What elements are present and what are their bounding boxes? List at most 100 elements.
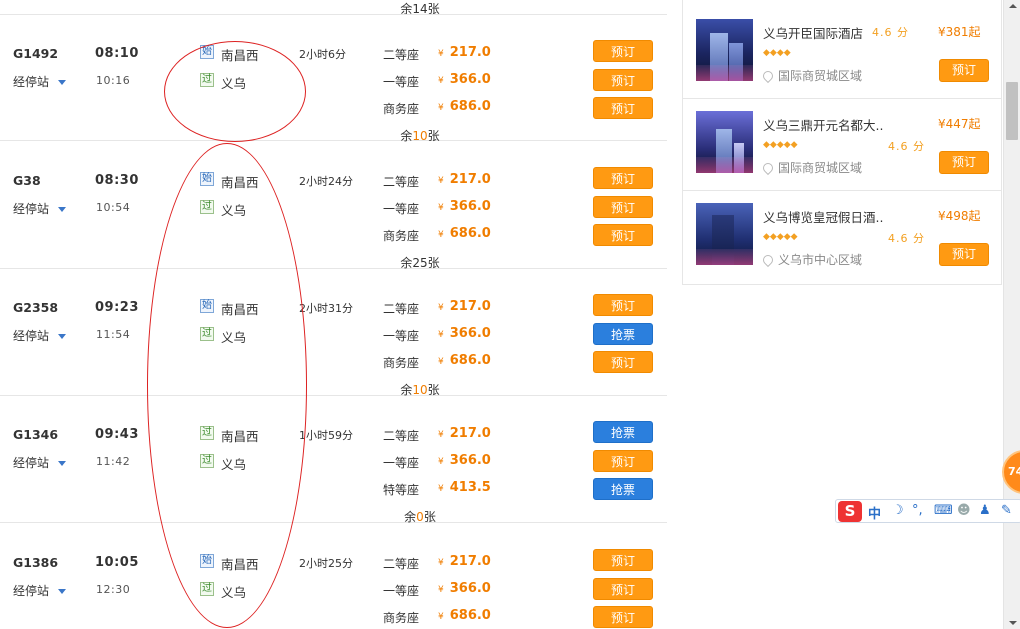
punctuation-icon[interactable]: °, — [912, 503, 923, 518]
hotel-photo[interactable] — [696, 203, 753, 265]
train-number[interactable]: G38 — [13, 173, 41, 188]
seat-class: 一等座 — [383, 584, 420, 598]
hotel-price: ¥447起 — [938, 117, 981, 131]
sogou-logo-icon[interactable]: S — [838, 501, 862, 522]
caret-down-icon — [58, 461, 67, 466]
seat-price: ¥366.0 — [438, 72, 491, 87]
from-station: 南昌西 — [221, 48, 259, 63]
duration: 1小时59分 — [299, 429, 353, 442]
grab-ticket-button[interactable]: 抢票 — [593, 421, 653, 443]
location-pin-icon — [760, 252, 776, 268]
train-number[interactable]: G1346 — [13, 427, 58, 442]
from-station: 南昌西 — [221, 429, 259, 444]
start-station-badge: 始 — [200, 299, 214, 313]
seat-price: ¥217.0 — [438, 45, 491, 60]
hotel-item[interactable]: 义乌开臣国际酒店 4.6 分 ¥381起 ◆◆◆◆ 国际商贸城区域 预订 — [683, 7, 1001, 99]
hotel-diamond-rating: ◆◆◆◆◆ — [763, 232, 798, 242]
stops-toggle[interactable]: 经停站 — [13, 327, 67, 344]
hotel-photo[interactable] — [696, 111, 753, 173]
book-button[interactable]: 预订 — [593, 578, 653, 600]
seat-price: ¥366.0 — [438, 581, 491, 596]
seat-price: ¥686.0 — [438, 353, 491, 368]
duration: 2小时31分 — [299, 302, 353, 315]
from-station: 南昌西 — [221, 557, 259, 572]
pass-station-badge: 过 — [200, 327, 214, 341]
from-station: 南昌西 — [221, 302, 259, 317]
book-button[interactable]: 预订 — [593, 224, 653, 246]
to-station: 义乌 — [221, 457, 247, 472]
hotel-book-button[interactable]: 预订 — [939, 151, 989, 174]
page-scrollbar[interactable] — [1003, 0, 1020, 629]
seat-price: ¥686.0 — [438, 99, 491, 114]
book-button[interactable]: 预订 — [593, 40, 653, 62]
seat-price: ¥686.0 — [438, 226, 491, 241]
caret-down-icon — [58, 589, 67, 594]
duration: 2小时24分 — [299, 175, 353, 188]
ime-mode-toggle[interactable]: 中 — [868, 503, 881, 522]
stops-toggle[interactable]: 经停站 — [13, 200, 67, 217]
seat-price: ¥217.0 — [438, 299, 491, 314]
book-button[interactable]: 预订 — [593, 97, 653, 119]
hotel-name[interactable]: 义乌开臣国际酒店 — [763, 23, 863, 42]
arrive-time: 10:16 — [96, 74, 131, 87]
book-button[interactable]: 预订 — [593, 351, 653, 373]
train-list: 余14张 G1492 经停站 08:10 10:16 始 南昌西 过 义乌 2小… — [0, 0, 667, 629]
hotel-item[interactable]: 义乌三鼎开元名都大.. 4.6 分 ¥447起 ◆◆◆◆◆ 国际商贸城区域 预订 — [683, 99, 1001, 191]
stops-label: 经停站 — [13, 202, 50, 216]
seat-class: 一等座 — [383, 202, 420, 216]
hotel-diamond-rating: ◆◆◆◆◆ — [763, 140, 798, 150]
caret-down-icon — [58, 207, 67, 212]
user-icon[interactable]: ☻ — [957, 503, 971, 518]
pass-station-badge: 过 — [200, 73, 214, 87]
grab-ticket-button[interactable]: 抢票 — [593, 323, 653, 345]
hotel-location: 国际商贸城区域 — [760, 67, 862, 84]
scroll-thumb[interactable] — [1006, 82, 1018, 140]
seat-class: 商务座 — [383, 102, 420, 116]
ime-toolbar: S 中 ☽ °, ⌨ ☻ ♟ ✎ — [835, 499, 1020, 523]
pass-station-badge: 过 — [200, 200, 214, 214]
depart-time: 08:30 — [95, 173, 139, 188]
duration: 2小时25分 — [299, 557, 353, 570]
book-button[interactable]: 预订 — [593, 606, 653, 628]
book-button[interactable]: 预订 — [593, 450, 653, 472]
stops-toggle[interactable]: 经停站 — [13, 73, 67, 90]
hotel-item[interactable]: 义乌博览皇冠假日酒.. 4.6 分 ¥498起 ◆◆◆◆◆ 义乌市中心区域 预订 — [683, 191, 1001, 283]
stops-toggle[interactable]: 经停站 — [13, 582, 67, 599]
seat-class: 商务座 — [383, 229, 420, 243]
train-number[interactable]: G1492 — [13, 46, 58, 61]
seat-class: 商务座 — [383, 356, 420, 370]
stops-toggle[interactable]: 经停站 — [13, 454, 67, 471]
scroll-down-arrow-icon[interactable] — [1009, 621, 1017, 625]
seat-class: 二等座 — [383, 557, 420, 571]
book-button[interactable]: 预订 — [593, 167, 653, 189]
hotel-location: 义乌市中心区域 — [760, 251, 862, 268]
seat-class: 二等座 — [383, 302, 420, 316]
hotel-name[interactable]: 义乌三鼎开元名都大.. — [763, 115, 883, 134]
skin-shirt-icon[interactable]: ♟ — [979, 503, 991, 518]
book-button[interactable]: 预订 — [593, 549, 653, 571]
moon-icon[interactable]: ☽ — [892, 503, 904, 518]
arrive-time: 11:54 — [96, 328, 131, 341]
seat-price: ¥217.0 — [438, 172, 491, 187]
seat-price: ¥413.5 — [438, 480, 491, 495]
grab-ticket-button[interactable]: 抢票 — [593, 478, 653, 500]
wrench-icon[interactable]: ✎ — [1001, 503, 1012, 518]
hotel-photo[interactable] — [696, 19, 753, 81]
hotel-name[interactable]: 义乌博览皇冠假日酒.. — [763, 207, 883, 226]
hotel-score: 4.6 分 — [888, 232, 925, 245]
hotel-book-button[interactable]: 预订 — [939, 243, 989, 266]
train-number[interactable]: G2358 — [13, 300, 58, 315]
scroll-up-arrow-icon[interactable] — [1009, 4, 1017, 8]
arrive-time: 10:54 — [96, 201, 131, 214]
to-station: 义乌 — [221, 76, 247, 91]
stops-label: 经停站 — [13, 75, 50, 89]
to-station: 义乌 — [221, 330, 247, 345]
seat-class: 一等座 — [383, 329, 420, 343]
caret-down-icon — [58, 334, 67, 339]
book-button[interactable]: 预订 — [593, 69, 653, 91]
hotel-book-button[interactable]: 预订 — [939, 59, 989, 82]
book-button[interactable]: 预订 — [593, 294, 653, 316]
train-number[interactable]: G1386 — [13, 555, 58, 570]
keyboard-icon[interactable]: ⌨ — [934, 503, 953, 518]
book-button[interactable]: 预订 — [593, 196, 653, 218]
